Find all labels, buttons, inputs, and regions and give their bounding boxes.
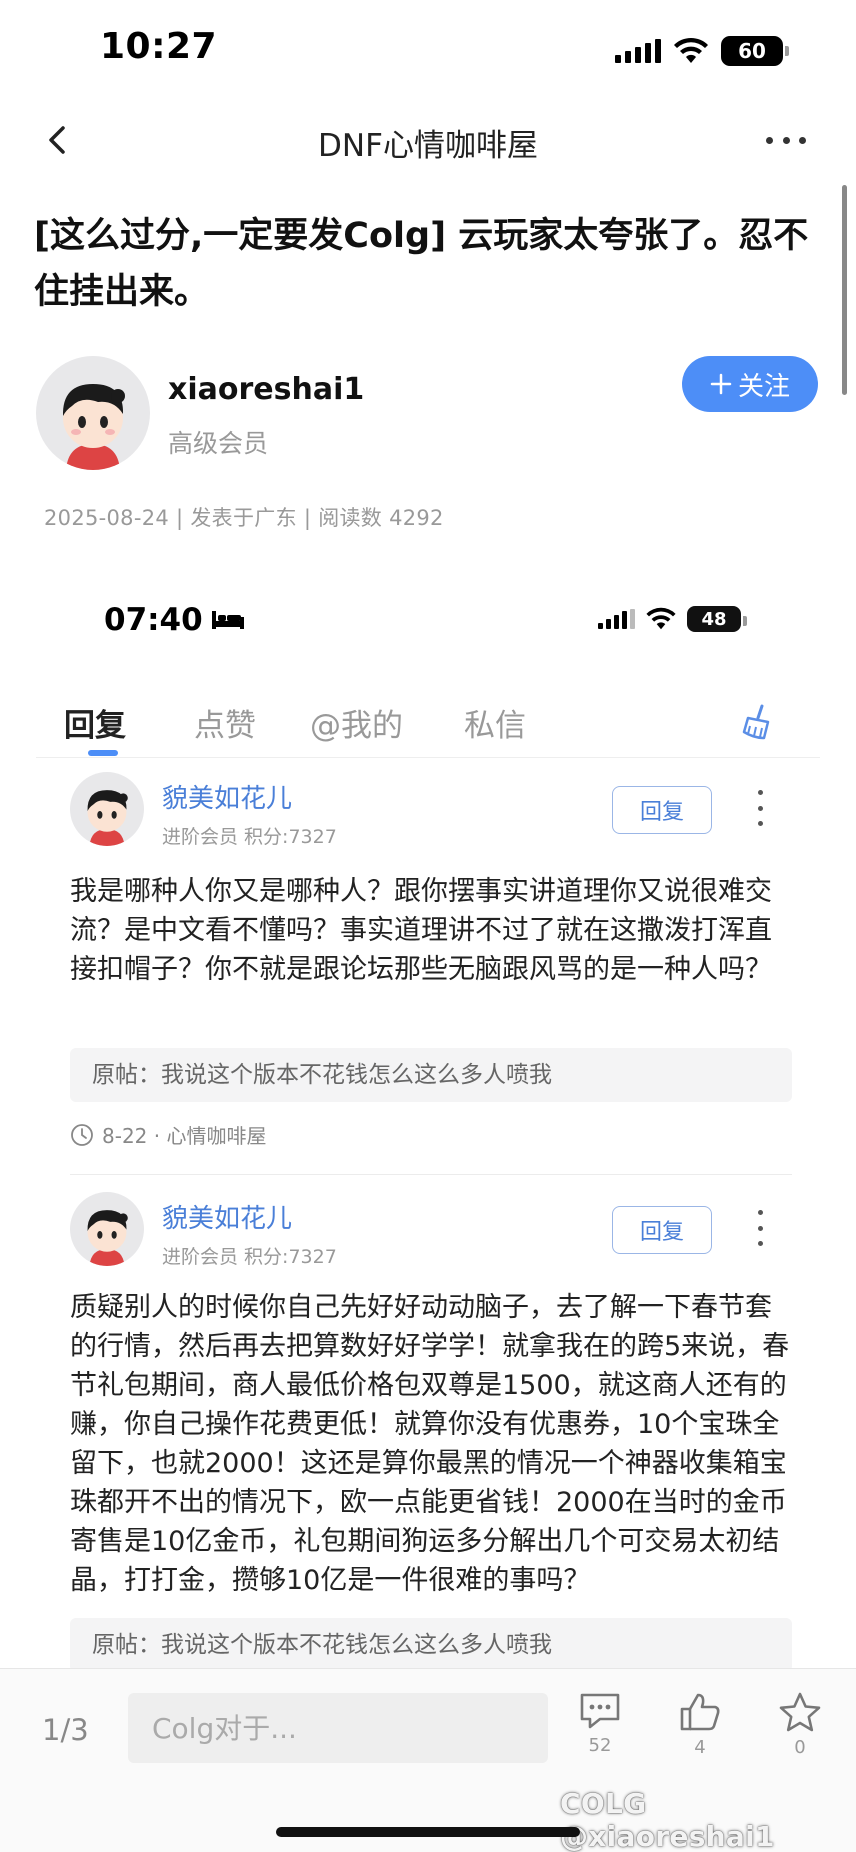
reply-button[interactable]: 回复 (612, 786, 712, 834)
avatar[interactable] (70, 772, 144, 846)
reply-text: 质疑别人的时候你自己先好好动动脑子，去了解一下春节套的行情，然后再去把算数好好学… (70, 1292, 790, 1596)
message-tabs: 回复 点赞 @我的 私信 (36, 680, 820, 758)
post-title: [这么过分,一定要发Colg] 云玩家太夸张了。忍不住挂出来。 (34, 216, 809, 312)
watermark: COLG @xiaoreshai1 (560, 1787, 775, 1852)
embedded-status-time: 07:40 (104, 602, 245, 638)
bed-icon (211, 611, 244, 629)
commenter-name[interactable]: 貌美如花儿 (162, 778, 292, 815)
wifi-icon (646, 607, 676, 630)
tab-messages[interactable]: 私信 (464, 700, 526, 745)
battery-icon: 60 (721, 36, 789, 66)
signal-icon (615, 39, 661, 63)
tab-replies[interactable]: 回复 (64, 700, 126, 745)
avatar-image (70, 772, 144, 846)
avatar-image (36, 356, 150, 470)
scrollbar[interactable] (842, 185, 847, 395)
wifi-icon (674, 37, 708, 63)
broom-icon[interactable] (738, 702, 778, 742)
comment-icon (580, 1693, 620, 1729)
author-avatar[interactable] (36, 356, 150, 470)
nav-bar: DNF心情咖啡屋 (0, 100, 856, 180)
star-icon (779, 1692, 821, 1732)
tab-mentions[interactable]: @我的 (310, 700, 403, 745)
more-icon[interactable] (766, 122, 806, 158)
comments-button[interactable]: 52 (570, 1691, 630, 1756)
author-level: 高级会员 (168, 429, 269, 458)
reply-button[interactable]: 回复 (612, 1206, 712, 1254)
comment-input[interactable] (128, 1693, 548, 1763)
original-post-quote[interactable]: 原帖：我说这个版本不花钱怎么这么多人喷我 (70, 1618, 792, 1668)
tab-likes[interactable]: 点赞 (194, 700, 256, 745)
page-indicator[interactable]: 1/3 (42, 1713, 89, 1747)
author-name[interactable]: xiaoreshai1 (168, 372, 364, 407)
post-meta: 2025-08-24 | 发表于广东 | 阅读数 4292 (44, 506, 444, 530)
commenter-name[interactable]: 貌美如花儿 (162, 1198, 292, 1235)
follow-button[interactable]: 关注 (682, 356, 818, 412)
status-icons: 60 (615, 34, 789, 68)
battery-icon: 48 (687, 606, 747, 632)
more-icon[interactable] (754, 1210, 766, 1246)
thumbs-up-icon (680, 1693, 720, 1731)
embedded-status-icons: 48 (598, 606, 747, 632)
status-bar: 10:27 60 (0, 0, 856, 100)
status-time: 10:27 (100, 26, 218, 67)
signal-icon (598, 609, 635, 629)
favorite-button[interactable]: 0 (770, 1691, 830, 1758)
like-button[interactable]: 4 (670, 1691, 730, 1758)
embedded-screenshot: 07:40 48 回复 点赞 @我的 私信 貌美如花儿 进阶会员 积分:7327… (36, 560, 820, 1668)
home-indicator[interactable] (276, 1827, 580, 1837)
reply-text: 我是哪种人你又是哪种人？跟你摆事实讲道理你又说很难交流？是中文看不懂吗？事实道理… (70, 876, 772, 985)
original-post-quote[interactable]: 原帖：我说这个版本不花钱怎么这么多人喷我 (70, 1048, 792, 1102)
clock-icon (71, 1123, 93, 1146)
active-tab-indicator (88, 750, 118, 756)
avatar-image (70, 1192, 144, 1266)
comments-count: 52 (588, 1735, 612, 1756)
plus-icon (710, 373, 732, 395)
follow-label: 关注 (737, 371, 790, 402)
more-icon[interactable] (754, 790, 766, 826)
reply-time: 8-22 · 心情咖啡屋 (70, 1120, 266, 1149)
commenter-meta: 进阶会员 积分:7327 (162, 1246, 337, 1268)
divider (70, 1174, 792, 1175)
favorites-count: 0 (794, 1737, 806, 1758)
nav-title: DNF心情咖啡屋 (318, 128, 538, 164)
likes-count: 4 (694, 1737, 706, 1758)
commenter-meta: 进阶会员 积分:7327 (162, 826, 337, 848)
bottom-bar: 1/3 52 4 0 COLG @xiaoreshai1 (0, 1668, 856, 1852)
avatar[interactable] (70, 1192, 144, 1266)
